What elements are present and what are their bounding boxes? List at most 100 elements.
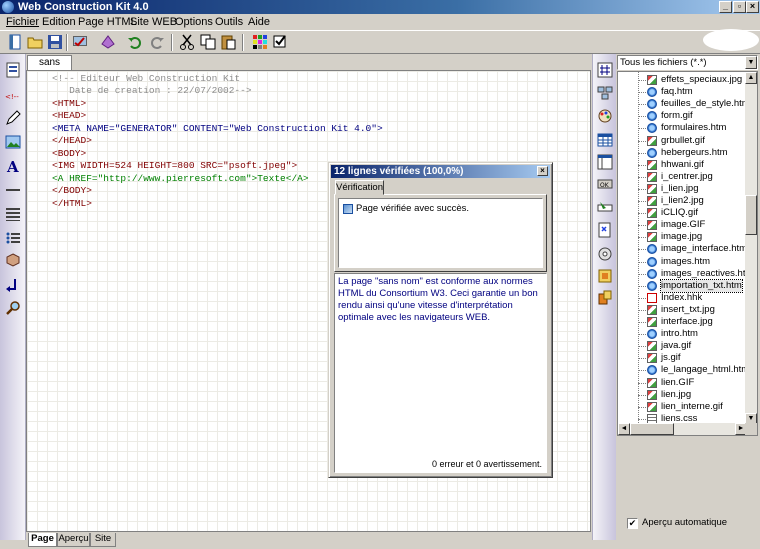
close-button[interactable]: × <box>746 1 759 13</box>
file-tree-item[interactable]: interface.jpg <box>618 316 746 328</box>
scroll-up-arrow-icon[interactable]: ▲ <box>745 72 757 84</box>
menu-aide[interactable]: Aide <box>248 16 270 28</box>
file-tree-item[interactable]: form.gif <box>618 110 746 122</box>
check-page-icon[interactable] <box>72 34 88 50</box>
open-folder-icon[interactable] <box>27 34 43 50</box>
table-hash-icon[interactable] <box>597 62 613 78</box>
file-name: grbullet.gif <box>661 134 705 146</box>
page-properties-icon[interactable] <box>5 62 21 78</box>
dialog-title: 12 lignes vérifiées (100,0%) <box>334 166 464 177</box>
menu-options[interactable]: Options <box>175 16 213 28</box>
search-icon[interactable] <box>5 300 21 316</box>
auto-preview-label[interactable]: Aperçu automatique <box>642 517 727 528</box>
checkbox-icon[interactable] <box>272 34 288 50</box>
file-tree-item[interactable]: iCLIQ.gif <box>618 207 746 219</box>
file-name: js.gif <box>661 352 681 364</box>
file-tree-item[interactable]: java.gif <box>618 340 746 352</box>
paragraph-lines-icon[interactable] <box>5 206 21 222</box>
menu-page-html[interactable]: Page HTML <box>78 16 137 28</box>
file-tree-item[interactable]: insert_txt.jpg <box>618 304 746 316</box>
publish-icon[interactable] <box>100 34 116 50</box>
scrollbar-thumb[interactable] <box>745 195 757 235</box>
html-file-icon <box>647 365 657 376</box>
file-tree-item[interactable]: lien_interne.gif <box>618 401 746 413</box>
code-line: <A HREF="http://www.pierresoft.com">Text… <box>52 173 309 184</box>
tab-page[interactable]: Page <box>28 533 57 547</box>
file-tree-item[interactable]: lien.jpg <box>618 389 746 401</box>
plugin-icon[interactable] <box>597 290 613 306</box>
ok-button-icon[interactable]: OK <box>597 176 613 192</box>
file-filter-dropdown[interactable]: Tous les fichiers (*.*) ▼ <box>617 55 758 70</box>
cut-icon[interactable] <box>179 34 195 50</box>
file-tree-item[interactable]: importation_txt.htm <box>618 278 746 293</box>
html-file-icon <box>647 99 657 110</box>
copy-icon[interactable] <box>200 34 216 50</box>
media-cd-icon[interactable] <box>597 246 613 262</box>
menu-outils[interactable]: Outils <box>215 16 243 28</box>
horizontal-scrollbar-thumb[interactable] <box>630 423 674 435</box>
file-tree-item[interactable]: js.gif <box>618 352 746 364</box>
form-input-icon[interactable] <box>597 200 613 216</box>
bullet-list-icon[interactable] <box>5 230 21 246</box>
tree-connector-line <box>638 261 646 263</box>
menu-edition[interactable]: Edition <box>42 16 76 28</box>
object-box-icon[interactable] <box>5 252 21 268</box>
text-font-icon[interactable]: A <box>5 158 21 174</box>
scroll-left-arrow-icon[interactable]: ◄ <box>618 423 630 435</box>
file-tree-item[interactable]: feuilles_de_style.htm <box>618 98 750 110</box>
redo-icon[interactable] <box>149 34 165 50</box>
tab-sans-nom[interactable]: sans nom <box>27 55 72 81</box>
file-tree-item[interactable]: intro.htm <box>618 328 746 340</box>
tab-apercu[interactable]: Aperçu <box>57 533 90 547</box>
undo-icon[interactable] <box>127 34 143 50</box>
paste-icon[interactable] <box>220 34 236 50</box>
site-manager-icon[interactable] <box>597 84 613 100</box>
script-page-icon[interactable] <box>597 222 613 238</box>
file-name: hhwani.gif <box>661 158 704 170</box>
file-tree-item[interactable]: hhwani.gif <box>618 159 746 171</box>
file-tree-item[interactable]: image.jpg <box>618 231 746 243</box>
file-tree-item[interactable]: i_lien2.jpg <box>618 195 746 207</box>
link-arrow-icon[interactable] <box>5 276 21 292</box>
frame-layout-icon[interactable] <box>597 154 613 170</box>
auto-preview-checkbox[interactable]: ✔ <box>627 518 638 529</box>
palette-icon[interactable] <box>597 108 613 124</box>
horizontal-rule-icon[interactable] <box>5 182 21 198</box>
save-icon[interactable] <box>47 34 63 50</box>
pen-icon[interactable] <box>5 110 21 126</box>
file-tree-item[interactable]: hebergeurs.htm <box>618 147 746 159</box>
restore-button[interactable]: ▫ <box>733 1 746 13</box>
table-grid-icon[interactable] <box>597 132 613 148</box>
file-tree-item[interactable]: le_langage_html.htm <box>618 364 749 376</box>
verification-results-list[interactable]: Page vérifiée avec succès. <box>338 198 543 268</box>
applet-icon[interactable] <box>597 268 613 284</box>
chevron-down-icon[interactable]: ▼ <box>745 56 757 69</box>
file-tree-item[interactable]: images_reactives.htm <box>618 268 753 280</box>
comment-tag-icon[interactable]: <!-- <box>5 88 21 104</box>
file-tree-item[interactable]: Index.hhk <box>618 292 746 304</box>
file-tree-item[interactable]: i_lien.jpg <box>618 183 746 195</box>
menu-fichier[interactable]: Fichier <box>6 16 39 28</box>
file-tree-horizontal-scrollbar[interactable]: ◄ ► <box>618 423 757 435</box>
file-tree-item[interactable]: images.htm <box>618 256 746 268</box>
menu-site-web[interactable]: Site WEB <box>130 16 177 28</box>
file-tree-item[interactable]: faq.htm <box>618 86 746 98</box>
file-tree-item[interactable]: formulaires.htm <box>618 122 746 134</box>
minimize-button[interactable]: _ <box>719 1 732 13</box>
file-tree-item[interactable]: image_interface.htm <box>618 243 747 255</box>
file-tree-item[interactable]: effets_speciaux.jpg <box>618 74 746 86</box>
file-tree-item[interactable]: image.GIF <box>618 219 746 231</box>
dialog-close-button[interactable]: × <box>537 166 548 176</box>
index-file-icon <box>647 292 657 303</box>
color-grid-icon[interactable] <box>252 34 268 50</box>
file-tree-item[interactable]: grbullet.gif <box>618 135 746 147</box>
result-item[interactable]: Page vérifiée avec succès. <box>356 203 469 214</box>
new-document-icon[interactable] <box>7 34 23 50</box>
tab-verification[interactable]: Vérification <box>335 180 384 195</box>
file-tree-item[interactable]: i_centrer.jpg <box>618 171 746 183</box>
file-tree-item[interactable]: lien.GIF <box>618 377 746 389</box>
tab-site[interactable]: Site <box>90 533 116 547</box>
file-tree-vertical-scrollbar[interactable]: ▲ ▼ <box>745 72 757 425</box>
file-tree[interactable]: effets_speciaux.jpg faq.htm feuilles_de_st… <box>617 71 758 436</box>
insert-image-icon[interactable] <box>5 134 21 150</box>
